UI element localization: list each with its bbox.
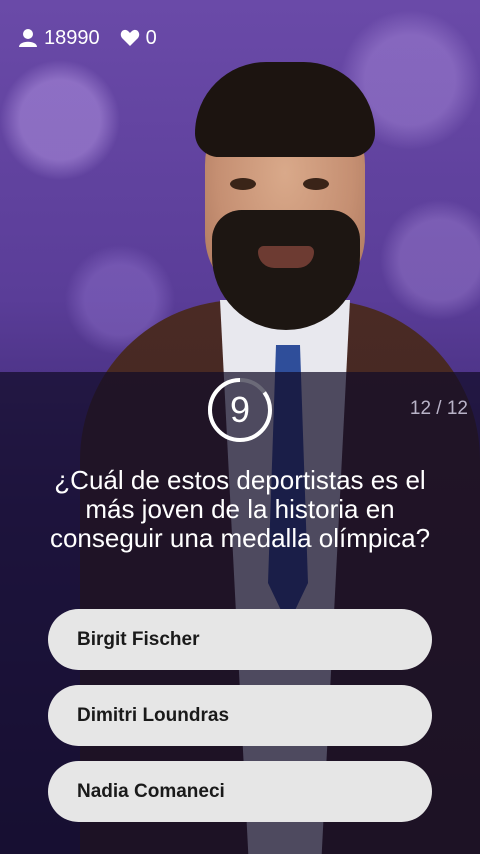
players-count: 18990 xyxy=(18,27,100,50)
lives-count: 0 xyxy=(120,27,157,50)
top-stats: 18990 0 xyxy=(18,24,169,52)
question-text: ¿Cuál de estos deportistas es el más jov… xyxy=(49,465,431,553)
countdown-timer: 9 xyxy=(207,377,273,443)
answer-option-1[interactable]: Birgit Fischer xyxy=(48,609,432,670)
presenter-hair xyxy=(195,62,375,157)
timer-seconds: 9 xyxy=(229,389,251,430)
presenter-mouth xyxy=(258,246,314,268)
answer-list: Birgit Fischer Dimitri Loundras Nadia Co… xyxy=(48,609,432,837)
presenter-eye-left xyxy=(230,178,256,190)
answer-option-3[interactable]: Nadia Comaneci xyxy=(48,761,432,822)
heart-icon xyxy=(120,28,140,48)
lives-value: 0 xyxy=(145,26,157,49)
presenter-eye-right xyxy=(303,178,329,190)
answer-option-2[interactable]: Dimitri Loundras xyxy=(48,685,432,746)
players-value: 18990 xyxy=(44,26,100,49)
question-progress: 12 / 12 xyxy=(409,398,468,419)
user-icon xyxy=(18,28,38,48)
